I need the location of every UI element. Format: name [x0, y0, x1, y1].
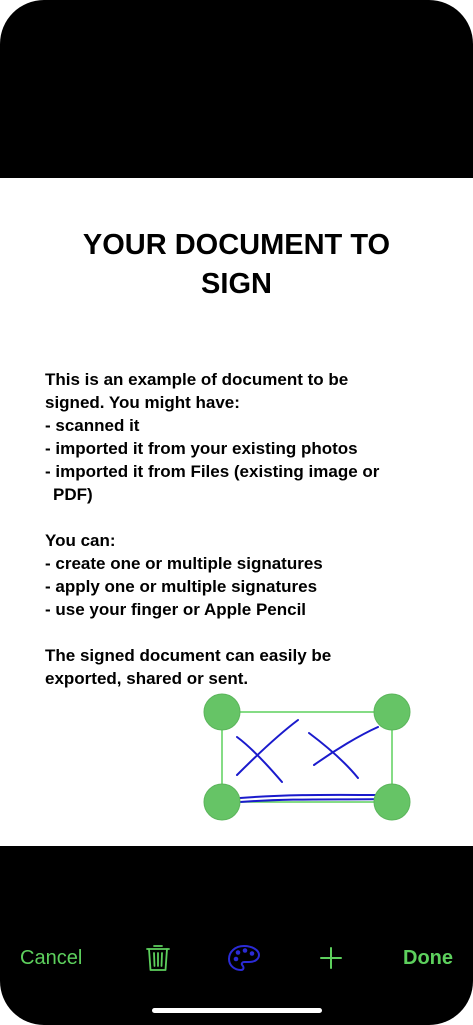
palette-icon	[227, 944, 261, 972]
document-text-line: - create one or multiple signatures	[45, 554, 323, 573]
document-title: YOUR DOCUMENT TO SIGN	[20, 226, 453, 304]
document-title-line2: SIGN	[201, 268, 272, 300]
document-text-line: You can:	[45, 531, 116, 550]
document-text-line: The signed document can easily be	[45, 646, 332, 665]
delete-button[interactable]	[136, 930, 180, 986]
document-body: This is an example of document to be sig…	[45, 368, 445, 690]
document-text-line: - imported it from your existing photos	[45, 439, 358, 458]
plus-icon	[320, 947, 342, 969]
document-text-line: signed. You might have:	[45, 393, 240, 412]
home-indicator[interactable]	[152, 1008, 322, 1013]
resize-handle-bottom-left[interactable]	[203, 783, 241, 821]
document-text-line: This is an example of document to be	[45, 370, 349, 389]
document-text-line: exported, shared or sent.	[45, 669, 249, 688]
document-text-line: - imported it from Files (existing image…	[45, 462, 380, 481]
document-text-line: PDF)	[53, 485, 93, 504]
resize-handle-bottom-right[interactable]	[373, 783, 411, 821]
done-button[interactable]: Done	[403, 930, 453, 986]
cancel-button[interactable]: Cancel	[20, 930, 82, 986]
resize-handle-top-right[interactable]	[373, 693, 411, 731]
trash-icon	[146, 945, 170, 971]
document-text-line: - use your finger or Apple Pencil	[45, 600, 307, 619]
signature-ink	[236, 719, 383, 803]
document-text-line: - scanned it	[45, 416, 140, 435]
bottom-toolbar: Cancel Done	[0, 930, 473, 986]
add-signature-button[interactable]	[309, 930, 353, 986]
document-text-line: - apply one or multiple signatures	[45, 577, 318, 596]
resize-handle-top-left[interactable]	[203, 693, 241, 731]
signature-frame	[221, 711, 393, 803]
placed-signature[interactable]	[200, 690, 415, 825]
color-button[interactable]	[222, 930, 266, 986]
document-title-line1: YOUR DOCUMENT TO	[82, 229, 391, 261]
phone-screen: YOUR DOCUMENT TO SIGN This is an example…	[0, 0, 473, 1025]
